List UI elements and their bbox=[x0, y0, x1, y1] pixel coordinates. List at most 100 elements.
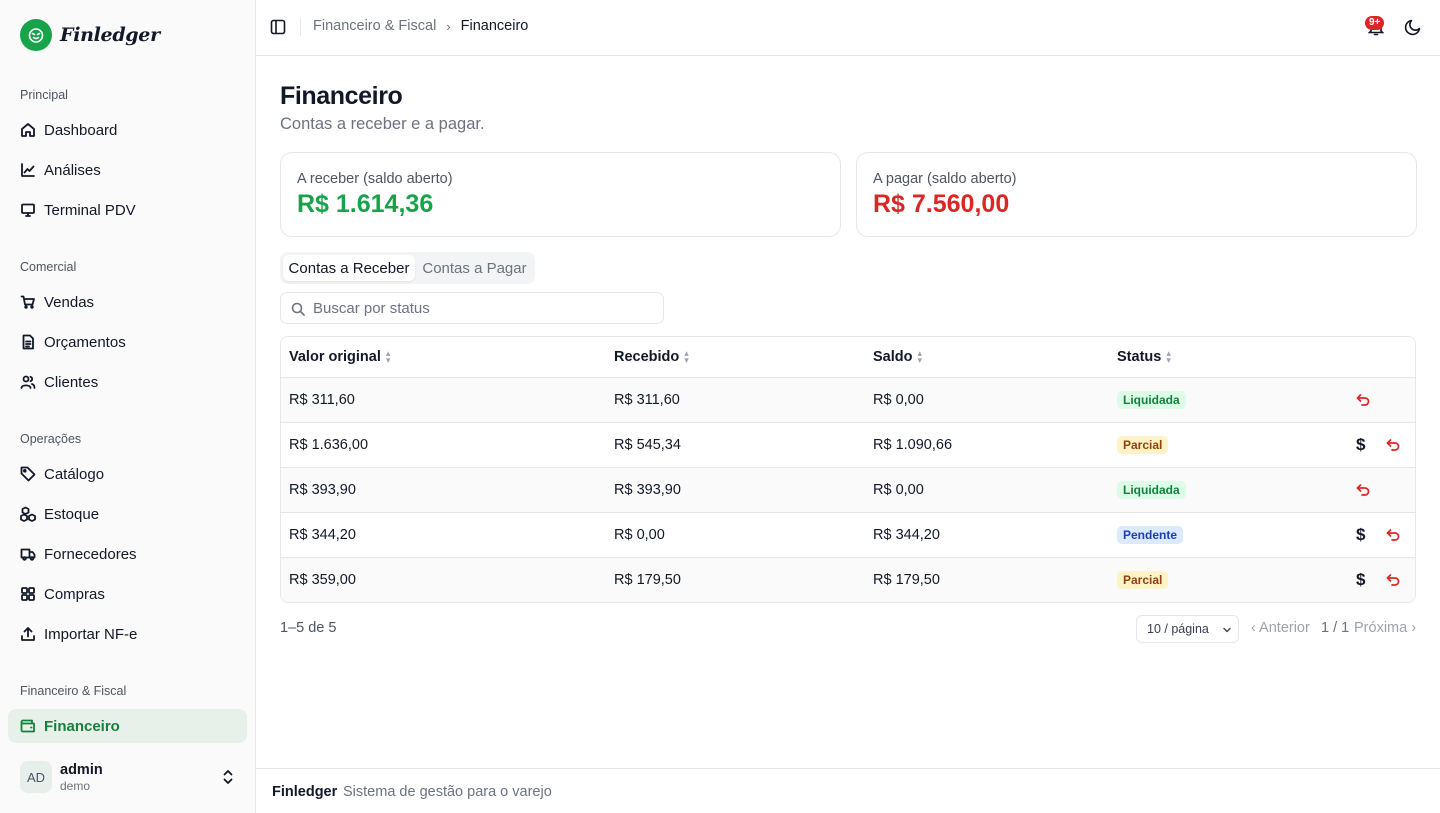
sidebar-item-financeiro[interactable]: Financeiro bbox=[8, 709, 247, 743]
column-header-status[interactable]: Status ▴ ▾ bbox=[1117, 349, 1171, 366]
boxes-icon bbox=[20, 506, 36, 522]
wallet-icon bbox=[20, 719, 35, 733]
next-page-button[interactable]: Próxima › bbox=[1354, 620, 1416, 636]
page-indicator: 1 / 1 bbox=[1321, 620, 1350, 636]
sidebar-item-fornecedores[interactable]: Fornecedores bbox=[8, 537, 247, 571]
status-badge: Liquidada bbox=[1117, 481, 1186, 499]
chevron-down-icon bbox=[1223, 627, 1231, 633]
receivable-label: A receber (saldo aberto) bbox=[297, 171, 453, 187]
sidebar-item-orcamentos[interactable]: Orçamentos bbox=[8, 325, 247, 359]
sidebar-item-dashboard[interactable]: Dashboard bbox=[8, 113, 247, 147]
sidebar-item-catalogo[interactable]: Catálogo bbox=[8, 457, 247, 491]
sidebar-item-label: Clientes bbox=[44, 373, 99, 391]
user-name: admin bbox=[60, 761, 103, 778]
moon-icon[interactable] bbox=[1404, 18, 1422, 36]
breadcrumb-parent[interactable]: Financeiro & Fiscal bbox=[313, 18, 436, 34]
cell-saldo: R$ 179,50 bbox=[873, 572, 940, 588]
undo-icon[interactable] bbox=[1385, 527, 1401, 543]
dollar-icon[interactable]: $ bbox=[1356, 525, 1372, 544]
chevrons-up-down-icon bbox=[223, 770, 233, 784]
header-divider bbox=[300, 18, 301, 36]
sidebar-item-estoque[interactable]: Estoque bbox=[8, 497, 247, 531]
monitor-icon bbox=[21, 203, 35, 217]
page-title: Financeiro bbox=[280, 82, 403, 110]
cell-valor-original: R$ 1.636,00 bbox=[289, 437, 369, 453]
result-count: 1–5 de 5 bbox=[280, 620, 337, 636]
footer: Finledger Sistema de gestão para o varej… bbox=[256, 768, 1440, 813]
section-label-operacoes: Operações bbox=[20, 432, 82, 446]
sidebar-item-clientes[interactable]: Clientes bbox=[8, 365, 247, 399]
sidebar-item-analises[interactable]: Análises bbox=[8, 153, 247, 187]
brand-logo-icon bbox=[20, 19, 52, 51]
status-badge: Pendente bbox=[1117, 526, 1184, 544]
section-label-principal: Principal bbox=[20, 88, 68, 102]
notification-badge: 9+ bbox=[1365, 16, 1385, 30]
dollar-icon[interactable]: $ bbox=[1356, 570, 1372, 589]
sidebar-item-vendas[interactable]: Vendas bbox=[8, 285, 247, 319]
column-header-saldo[interactable]: Saldo ▴ ▾ bbox=[873, 348, 923, 366]
per-page-select[interactable]: 10 / página bbox=[1136, 615, 1239, 643]
sidebar-item-label: Fornecedores bbox=[44, 545, 137, 563]
user-role: demo bbox=[60, 778, 91, 793]
grid-icon bbox=[21, 587, 35, 601]
sidebar-item-label: Dashboard bbox=[44, 121, 118, 139]
top-header: Financeiro & Fiscal › Financeiro 9+ bbox=[256, 0, 1440, 56]
sidebar-item-label: Terminal PDV bbox=[44, 201, 136, 219]
sidebar-item-label: Financeiro bbox=[44, 717, 120, 735]
payable-value: R$ 7.560,00 bbox=[873, 190, 1010, 218]
sort-icon: ▴ ▾ bbox=[385, 348, 391, 365]
cell-recebido: R$ 179,50 bbox=[614, 572, 681, 588]
user-menu[interactable]: AD admin demo bbox=[8, 753, 247, 801]
status-badge: Liquidada bbox=[1117, 391, 1186, 409]
table-row: R$ 393,90 R$ 393,90 R$ 0,00 Liquidada bbox=[281, 468, 1415, 513]
file-text-icon bbox=[22, 334, 34, 350]
sidebar-item-importar-nfe[interactable]: Importar NF-e bbox=[8, 617, 247, 651]
cell-saldo: R$ 344,20 bbox=[873, 527, 940, 543]
search-input[interactable] bbox=[313, 293, 653, 323]
cell-valor-original: R$ 344,20 bbox=[289, 527, 356, 543]
footer-tagline: Sistema de gestão para o varejo bbox=[343, 784, 552, 800]
column-header-recebido[interactable]: Recebido ▴ ▾ bbox=[614, 349, 689, 366]
dollar-icon[interactable]: $ bbox=[1356, 435, 1372, 454]
status-badge: Parcial bbox=[1117, 571, 1169, 589]
undo-icon[interactable] bbox=[1355, 392, 1371, 408]
per-page-value: 10 / página bbox=[1147, 622, 1209, 636]
receivable-value: R$ 1.614,36 bbox=[297, 190, 434, 218]
status-badge: Parcial bbox=[1117, 436, 1169, 454]
sidebar-item-label: Estoque bbox=[44, 505, 100, 523]
previous-page-button[interactable]: ‹ Anterior bbox=[1251, 620, 1310, 636]
tab-contas-a-receber[interactable]: Contas a Receber bbox=[283, 255, 415, 281]
sidebar-item-label: Orçamentos bbox=[44, 333, 126, 351]
undo-icon[interactable] bbox=[1385, 437, 1401, 453]
sort-icon: ▴ ▾ bbox=[917, 348, 923, 365]
sidebar-item-label: Compras bbox=[44, 585, 105, 603]
cell-saldo: R$ 0,00 bbox=[873, 482, 924, 498]
receivables-table: Valor original ▴ ▾ Recebido ▴ ▾ Saldo ▴ ▾ Stat… bbox=[280, 336, 1416, 603]
table-header: Valor original ▴ ▾ Recebido ▴ ▾ Saldo ▴ ▾ Stat… bbox=[281, 337, 1415, 378]
table-row: R$ 311,60 R$ 311,60 R$ 0,00 Liquidada bbox=[281, 378, 1415, 423]
users-icon bbox=[20, 375, 36, 389]
breadcrumb: Financeiro & Fiscal › Financeiro bbox=[313, 18, 528, 34]
brand[interactable]: Finledger bbox=[20, 19, 160, 51]
page-subtitle: Contas a receber e a pagar. bbox=[280, 115, 485, 133]
undo-icon[interactable] bbox=[1355, 482, 1371, 498]
footer-brand: Finledger bbox=[272, 784, 338, 800]
section-label-financeiro-fiscal: Financeiro & Fiscal bbox=[20, 684, 127, 698]
table-row: R$ 344,20 R$ 0,00 R$ 344,20 Pendente $ bbox=[281, 513, 1415, 558]
cell-valor-original: R$ 359,00 bbox=[289, 572, 356, 588]
sidebar-item-terminal-pdv[interactable]: Terminal PDV bbox=[8, 193, 247, 227]
cell-saldo: R$ 1.090,66 bbox=[873, 437, 953, 453]
sidebar-item-compras[interactable]: Compras bbox=[8, 577, 247, 611]
sidebar-toggle-icon[interactable] bbox=[270, 19, 286, 35]
payable-card: A pagar (saldo aberto) R$ 7.560,00 bbox=[856, 152, 1417, 237]
payable-label: A pagar (saldo aberto) bbox=[873, 171, 1017, 187]
sidebar-item-label: Vendas bbox=[44, 293, 95, 311]
search-icon bbox=[291, 302, 305, 316]
chevron-right-icon: › bbox=[446, 18, 451, 34]
avatar: AD bbox=[20, 761, 52, 793]
tag-icon bbox=[20, 466, 36, 482]
undo-icon[interactable] bbox=[1385, 572, 1401, 588]
column-header-valor-original[interactable]: Valor original ▴ ▾ bbox=[289, 348, 391, 366]
table-row: R$ 359,00 R$ 179,50 R$ 179,50 Parcial $ bbox=[281, 558, 1415, 602]
tab-contas-a-pagar[interactable]: Contas a Pagar bbox=[417, 255, 532, 281]
